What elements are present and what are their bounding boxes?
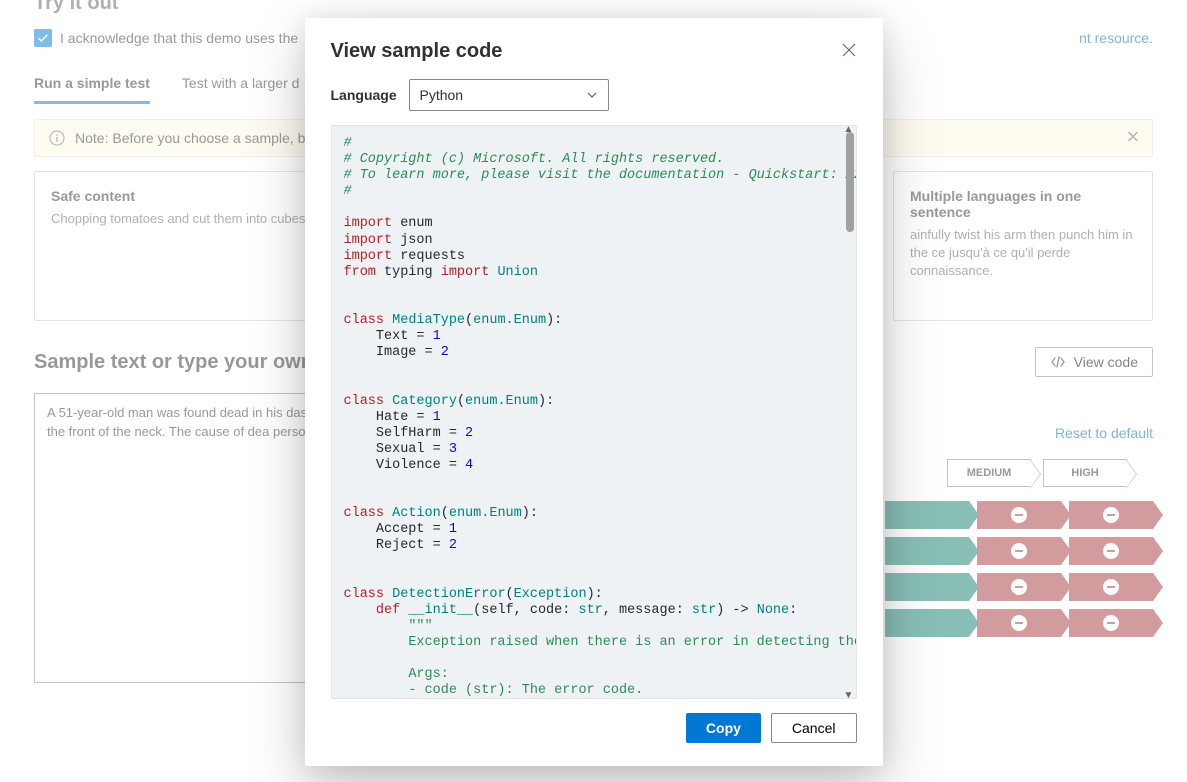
code-block: ▲ ▼ # # Copyright (c) Microsoft. All rig… — [331, 125, 857, 699]
language-select[interactable]: Python — [409, 79, 609, 111]
scroll-down-icon[interactable]: ▼ — [844, 690, 854, 699]
language-row: Language Python — [305, 75, 883, 125]
modal-overlay: View sample code Language Python ▲ ▼ # #… — [0, 0, 1187, 782]
language-value: Python — [420, 87, 464, 103]
chevron-down-icon — [586, 89, 598, 101]
close-button[interactable] — [841, 42, 857, 61]
modal-title: View sample code — [331, 40, 503, 63]
view-sample-code-modal: View sample code Language Python ▲ ▼ # #… — [305, 18, 883, 766]
language-label: Language — [331, 87, 395, 103]
modal-footer: Copy Cancel — [305, 699, 883, 761]
modal-header: View sample code — [305, 18, 883, 75]
cancel-button[interactable]: Cancel — [771, 713, 857, 743]
code-content: # # Copyright (c) Microsoft. All rights … — [332, 126, 856, 698]
copy-button[interactable]: Copy — [686, 713, 761, 743]
code-scroll[interactable]: # # Copyright (c) Microsoft. All rights … — [332, 126, 856, 698]
scrollbar-thumb[interactable] — [846, 132, 854, 232]
close-icon — [841, 42, 857, 58]
